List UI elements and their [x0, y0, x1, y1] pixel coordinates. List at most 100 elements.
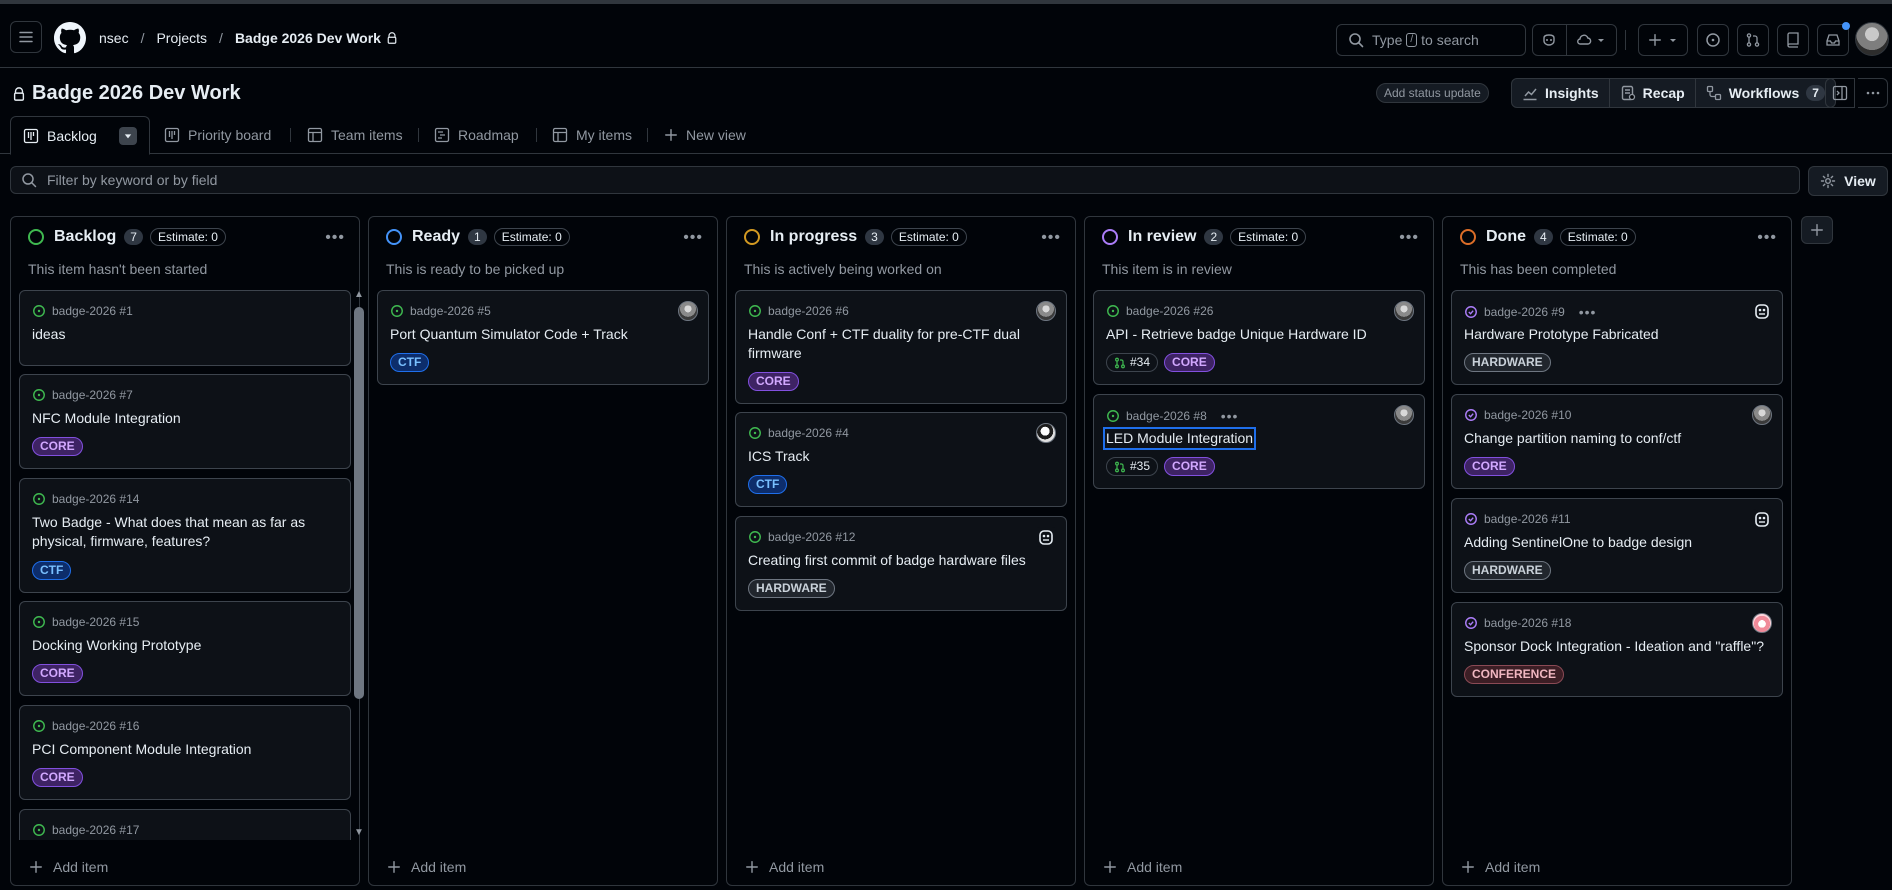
- repositories-button[interactable]: [1777, 24, 1809, 56]
- tab-my-items[interactable]: My items: [552, 116, 632, 154]
- card-ref[interactable]: badge-2026 #11: [1484, 512, 1571, 526]
- card-title[interactable]: NFC Module Integration: [32, 409, 332, 428]
- add-item-button[interactable]: Add item: [387, 859, 466, 875]
- card[interactable]: badge-2026 #9 ••• Hardware Prototype Fab…: [1451, 290, 1783, 385]
- card-ref[interactable]: badge-2026 #14: [52, 492, 139, 506]
- column-menu-button[interactable]: •••: [683, 229, 703, 247]
- card[interactable]: badge-2026 #1 ideas: [19, 290, 351, 366]
- assignee-avatar[interactable]: [1036, 301, 1056, 321]
- card-title[interactable]: API - Retrieve badge Unique Hardware ID: [1106, 325, 1406, 344]
- card[interactable]: badge-2026 #4 ICS Track CTF: [735, 412, 1067, 507]
- card-ref[interactable]: badge-2026 #7: [52, 388, 133, 402]
- pull-requests-button[interactable]: [1737, 24, 1769, 56]
- card-ref[interactable]: badge-2026 #5: [410, 304, 491, 318]
- filter-input[interactable]: Filter by keyword or by field: [10, 166, 1800, 194]
- card[interactable]: badge-2026 #8 ••• LED Module Integration…: [1093, 394, 1425, 489]
- workflows-button[interactable]: Workflows 7: [1696, 79, 1835, 107]
- assignee-avatar[interactable]: [1036, 527, 1056, 547]
- card-menu-button[interactable]: •••: [1579, 304, 1597, 320]
- card-ref[interactable]: badge-2026 #17: [52, 823, 139, 837]
- column-menu-button[interactable]: •••: [1757, 229, 1777, 247]
- linked-pull-request[interactable]: #35: [1106, 457, 1159, 476]
- column-menu-button[interactable]: •••: [1399, 229, 1419, 247]
- assignee-avatar[interactable]: [1752, 613, 1772, 633]
- view-options-button[interactable]: View: [1808, 166, 1888, 196]
- card-title[interactable]: ICS Track: [748, 447, 1048, 466]
- card-title[interactable]: Docking Working Prototype: [32, 636, 332, 655]
- card-title[interactable]: Two Badge - What does that mean as far a…: [32, 513, 332, 551]
- add-status-update-button[interactable]: Add status update: [1376, 83, 1489, 103]
- label-core[interactable]: CORE: [32, 768, 83, 787]
- card-list-scrollbar[interactable]: ▲ ▼: [353, 290, 365, 838]
- card-title[interactable]: Creating first commit of badge hardware …: [748, 551, 1048, 570]
- card-title[interactable]: Handle Conf + CTF duality for pre-CTF du…: [748, 325, 1048, 363]
- card-title[interactable]: Port Quantum Simulator Code + Track: [390, 325, 690, 344]
- card-ref[interactable]: badge-2026 #15: [52, 615, 139, 629]
- card-ref[interactable]: badge-2026 #26: [1126, 304, 1213, 318]
- label-ctf[interactable]: CTF: [748, 475, 788, 494]
- card-ref[interactable]: badge-2026 #16: [52, 719, 139, 733]
- label-ctf[interactable]: CTF: [390, 353, 430, 372]
- label-core[interactable]: CORE: [32, 664, 83, 683]
- column-menu-button[interactable]: •••: [325, 229, 345, 247]
- card[interactable]: badge-2026 #5 Port Quantum Simulator Cod…: [377, 290, 709, 385]
- add-item-button[interactable]: Add item: [745, 859, 824, 875]
- card-title[interactable]: Sponsor Dock Integration - Ideation and …: [1464, 637, 1764, 656]
- card-ref[interactable]: badge-2026 #12: [768, 530, 855, 544]
- card-title[interactable]: ideas: [32, 325, 332, 344]
- card-title[interactable]: Hardware Prototype Fabricated: [1464, 325, 1764, 344]
- card[interactable]: badge-2026 #14 Two Badge - What does tha…: [19, 478, 351, 593]
- label-core[interactable]: CORE: [32, 437, 83, 456]
- breadcrumb-project[interactable]: Badge 2026 Dev Work: [235, 30, 381, 46]
- menu-button[interactable]: [10, 21, 42, 53]
- tab-options-button[interactable]: [118, 126, 137, 145]
- scroll-down-icon[interactable]: ▼: [354, 828, 364, 838]
- assignee-avatar[interactable]: [678, 301, 698, 321]
- card-ref[interactable]: badge-2026 #10: [1484, 408, 1571, 422]
- label-hardware[interactable]: HARDWARE: [1464, 353, 1551, 372]
- label-core[interactable]: CORE: [748, 372, 799, 391]
- add-column-button[interactable]: [1801, 216, 1833, 244]
- card-ref[interactable]: badge-2026 #6: [768, 304, 849, 318]
- tab-team-items[interactable]: Team items: [307, 116, 403, 154]
- tab-roadmap[interactable]: Roadmap: [434, 116, 519, 154]
- label-core[interactable]: CORE: [1164, 457, 1215, 476]
- assignee-avatar[interactable]: [1036, 423, 1056, 443]
- assignee-avatar[interactable]: [1752, 301, 1772, 321]
- card-ref[interactable]: badge-2026 #18: [1484, 616, 1571, 630]
- card-title[interactable]: Adding SentinelOne to badge design: [1464, 533, 1764, 552]
- label-core[interactable]: CORE: [1164, 353, 1215, 372]
- add-item-button[interactable]: Add item: [1103, 859, 1182, 875]
- card-ref[interactable]: badge-2026 #8: [1126, 409, 1207, 423]
- card[interactable]: badge-2026 #16 PCI Component Module Inte…: [19, 705, 351, 800]
- copilot-menu-button[interactable]: [1567, 25, 1616, 55]
- card[interactable]: badge-2026 #7 NFC Module Integration COR…: [19, 374, 351, 469]
- tab-priority-board[interactable]: Priority board: [164, 116, 271, 154]
- new-view-button[interactable]: New view: [664, 116, 746, 154]
- card-title-selected[interactable]: LED Module Integration: [1102, 427, 1257, 450]
- card[interactable]: badge-2026 #18 Sponsor Dock Integration …: [1451, 602, 1783, 697]
- card[interactable]: badge-2026 #6 Handle Conf + CTF duality …: [735, 290, 1067, 404]
- card-ref[interactable]: badge-2026 #9: [1484, 305, 1565, 319]
- card-ref[interactable]: badge-2026 #1: [52, 304, 133, 318]
- scroll-up-icon[interactable]: ▲: [354, 290, 364, 300]
- card-ref[interactable]: badge-2026 #4: [768, 426, 849, 440]
- card-title[interactable]: PCI Component Module Integration: [32, 740, 332, 759]
- label-conference[interactable]: CONFERENCE: [1464, 665, 1565, 684]
- assignee-avatar[interactable]: [1752, 405, 1772, 425]
- tab-backlog[interactable]: Backlog: [10, 116, 150, 155]
- column-menu-button[interactable]: •••: [1041, 229, 1061, 247]
- card[interactable]: badge-2026 #10 Change partition naming t…: [1451, 394, 1783, 489]
- card[interactable]: badge-2026 #12 Creating first commit of …: [735, 516, 1067, 611]
- github-logo-icon[interactable]: [54, 22, 86, 54]
- scrollbar-thumb[interactable]: [354, 307, 364, 699]
- label-ctf[interactable]: CTF: [32, 561, 72, 580]
- card[interactable]: badge-2026 #11 Adding SentinelOne to bad…: [1451, 498, 1783, 593]
- label-hardware[interactable]: HARDWARE: [748, 579, 835, 598]
- card[interactable]: badge-2026 #17: [19, 809, 351, 840]
- create-new-button[interactable]: [1638, 24, 1688, 56]
- label-core[interactable]: CORE: [1464, 457, 1515, 476]
- assignee-avatar[interactable]: [1752, 509, 1772, 529]
- linked-pull-request[interactable]: #34: [1106, 353, 1159, 372]
- insights-button[interactable]: Insights: [1512, 79, 1610, 107]
